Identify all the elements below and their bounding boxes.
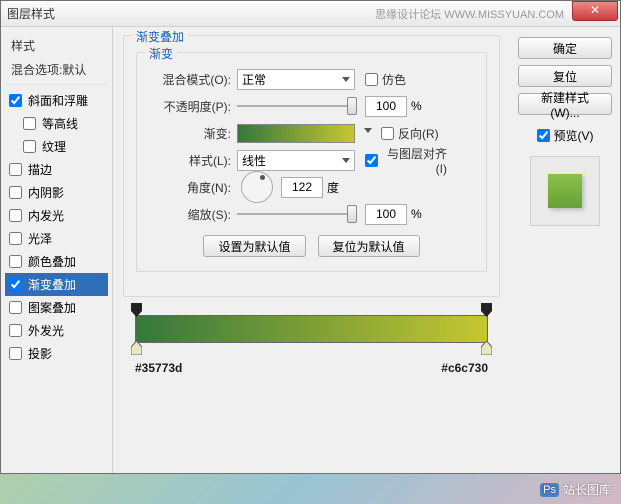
- style-label: 样式(L):: [149, 152, 231, 169]
- chevron-down-icon: [342, 158, 350, 163]
- window-title: 图层样式: [7, 5, 55, 22]
- angle-input[interactable]: [281, 177, 323, 198]
- layer-style-dialog: 图层样式 思缘设计论坛 WWW.MISSYUAN.COM ✕ 样式 混合选项:默…: [0, 0, 621, 474]
- sidebar-item-1[interactable]: 等高线: [5, 112, 108, 135]
- sidebar-item-5[interactable]: 内发光: [5, 204, 108, 227]
- footer-watermark: Ps站长图库: [540, 481, 611, 498]
- chevron-down-icon: [342, 77, 350, 82]
- sidebar-item-11[interactable]: 投影: [5, 342, 108, 365]
- opacity-input[interactable]: [365, 96, 407, 117]
- sidebar-item-6[interactable]: 光泽: [5, 227, 108, 250]
- scale-slider[interactable]: [237, 204, 357, 224]
- angle-dial[interactable]: [241, 171, 273, 203]
- sidebar-item-9[interactable]: 图案叠加: [5, 296, 108, 319]
- sidebar-header: 样式: [5, 33, 108, 58]
- ok-button[interactable]: 确定: [518, 37, 612, 59]
- sidebar-sub[interactable]: 混合选项:默认: [5, 58, 108, 85]
- blend-mode-select[interactable]: 正常: [237, 69, 355, 90]
- dither-checkbox[interactable]: 仿色: [365, 71, 447, 88]
- sidebar-item-8[interactable]: 渐变叠加: [5, 273, 108, 296]
- set-default-button[interactable]: 设置为默认值: [203, 235, 305, 257]
- right-panel: 确定 复位 新建样式(W)... 预览(V): [510, 27, 620, 473]
- cancel-button[interactable]: 复位: [518, 65, 612, 87]
- preview-swatch: [530, 156, 600, 226]
- blend-mode-label: 混合模式(O):: [149, 71, 231, 88]
- opacity-label: 不透明度(P):: [149, 98, 231, 115]
- sidebar-item-0[interactable]: 斜面和浮雕: [5, 89, 108, 112]
- main-panel: 渐变叠加 渐变 混合模式(O): 正常 仿色 不透明度(P):: [113, 27, 510, 473]
- reverse-checkbox[interactable]: 反向(R): [381, 125, 463, 142]
- gradient-editor[interactable]: [135, 315, 488, 343]
- new-style-button[interactable]: 新建样式(W)...: [518, 93, 612, 115]
- opacity-slider[interactable]: [237, 96, 357, 116]
- sub-group-title: 渐变: [145, 45, 177, 62]
- color-left-label: #35773d: [135, 361, 182, 375]
- sidebar-item-2[interactable]: 纹理: [5, 135, 108, 158]
- titlebar: 图层样式 思缘设计论坛 WWW.MISSYUAN.COM ✕: [1, 1, 620, 27]
- opacity-stop-right[interactable]: [481, 303, 492, 317]
- style-select[interactable]: 线性: [237, 150, 355, 171]
- opacity-stop-left[interactable]: [131, 303, 142, 317]
- close-button[interactable]: ✕: [572, 1, 618, 21]
- chevron-down-icon: [364, 128, 372, 133]
- style-list: 样式 混合选项:默认 斜面和浮雕等高线纹理描边内阴影内发光光泽颜色叠加渐变叠加图…: [1, 27, 113, 473]
- scale-input[interactable]: [365, 204, 407, 225]
- color-right-label: #c6c730: [441, 361, 488, 375]
- gradient-label: 渐变:: [149, 125, 231, 142]
- watermark-text: 思缘设计论坛 WWW.MISSYUAN.COM: [375, 6, 564, 22]
- reset-default-button[interactable]: 复位为默认值: [318, 235, 420, 257]
- sidebar-item-4[interactable]: 内阴影: [5, 181, 108, 204]
- sidebar-item-3[interactable]: 描边: [5, 158, 108, 181]
- scale-label: 缩放(S):: [149, 206, 231, 223]
- gradient-overlay-group: 渐变叠加 渐变 混合模式(O): 正常 仿色 不透明度(P):: [123, 35, 500, 297]
- sidebar-item-10[interactable]: 外发光: [5, 319, 108, 342]
- sidebar-item-7[interactable]: 颜色叠加: [5, 250, 108, 273]
- color-stop-left[interactable]: [131, 341, 142, 355]
- align-checkbox[interactable]: 与图层对齐(I): [365, 145, 447, 176]
- angle-label: 角度(N):: [149, 179, 231, 196]
- gradient-bar: [135, 315, 488, 343]
- color-stop-right[interactable]: [481, 341, 492, 355]
- preview-checkbox[interactable]: 预览(V): [537, 127, 594, 144]
- group-title: 渐变叠加: [132, 28, 188, 45]
- gradient-picker[interactable]: [237, 124, 355, 143]
